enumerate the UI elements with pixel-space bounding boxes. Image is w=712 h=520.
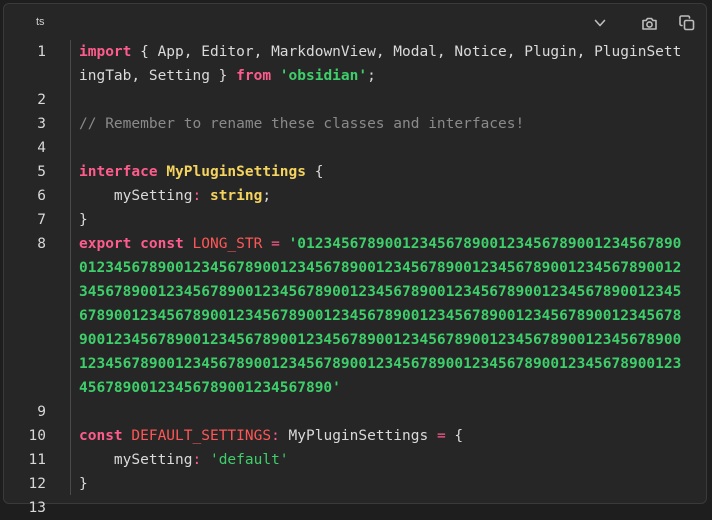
code-line: 2	[4, 88, 706, 112]
screenshot-button[interactable]	[638, 12, 660, 34]
property-name: mySetting	[113, 452, 193, 468]
code-line: 4	[4, 136, 706, 160]
line-number: 10	[28, 428, 46, 444]
line-number: 3	[37, 116, 46, 132]
code-block-header: ts	[4, 4, 706, 34]
code-text: }	[79, 472, 687, 496]
keyword-import: import	[79, 44, 132, 60]
code-line: 9	[4, 400, 706, 424]
code-text: mySetting: 'default'	[79, 448, 687, 472]
close-brace: }	[79, 212, 88, 228]
line-number: 12	[28, 476, 46, 492]
keyword-export: export	[79, 236, 132, 252]
long-string-value: '012345678900123456789001234567890012345…	[79, 236, 682, 396]
constant-name: LONG_STR	[192, 236, 263, 252]
line-number: 4	[37, 140, 46, 156]
code-text: }	[79, 208, 687, 232]
code-text: export const LONG_STR = '012345678900123…	[79, 232, 687, 400]
line-number: 1	[37, 44, 46, 60]
copy-icon	[679, 15, 695, 31]
semicolon: ;	[262, 188, 272, 204]
code-text: interface MyPluginSettings {	[79, 160, 687, 184]
type-annotation: MyPluginSettings	[279, 428, 437, 444]
code-line: 3 // Remember to rename these classes an…	[4, 112, 706, 136]
language-label: ts	[36, 16, 45, 28]
open-brace: {	[445, 428, 464, 444]
comment: // Remember to rename these classes and …	[79, 116, 525, 132]
open-brace: {	[306, 164, 324, 180]
colon: :	[192, 188, 210, 204]
line-number: 11	[28, 452, 46, 468]
collapse-button[interactable]	[589, 12, 611, 34]
equals: =	[271, 236, 280, 252]
code-text: const DEFAULT_SETTINGS: MyPluginSettings…	[79, 424, 687, 448]
chevron-down-icon	[594, 19, 606, 27]
code-block: ts 1 import { App, Editor, MarkdownView,…	[3, 3, 707, 516]
copy-button[interactable]	[676, 12, 698, 34]
module-string: 'obsidian'	[279, 68, 368, 84]
camera-icon	[641, 17, 657, 30]
keyword-const: const	[79, 428, 123, 444]
colon: :	[271, 428, 280, 444]
code-text: mySetting: string;	[79, 184, 687, 208]
line-number: 5	[37, 164, 46, 180]
code-text: // Remember to rename these classes and …	[79, 112, 687, 136]
code-line: 7 }	[4, 208, 706, 232]
code-line: 5 interface MyPluginSettings {	[4, 160, 706, 184]
constant-name: DEFAULT_SETTINGS	[131, 428, 272, 444]
code-line: 12 }	[4, 472, 706, 496]
code-line: 13	[4, 496, 706, 520]
semicolon: ;	[367, 68, 376, 84]
code-text: import { App, Editor, MarkdownView, Moda…	[79, 40, 687, 88]
code-line: 10 const DEFAULT_SETTINGS: MyPluginSetti…	[4, 424, 706, 448]
type-name: string	[209, 188, 263, 204]
close-brace: }	[79, 476, 88, 492]
line-number: 8	[37, 236, 46, 252]
import-list: { App, Editor, MarkdownView, Modal, Noti…	[79, 44, 682, 84]
line-number: 7	[37, 212, 46, 228]
interface-name: MyPluginSettings	[166, 164, 306, 180]
line-number: 9	[37, 404, 46, 420]
string-value: 'default'	[209, 452, 289, 468]
equals: =	[436, 428, 446, 444]
colon: :	[192, 452, 210, 468]
code-line: 8 export const LONG_STR = '0123456789001…	[4, 232, 706, 400]
code-line: 6 mySetting: string;	[4, 184, 706, 208]
keyword-interface: interface	[79, 164, 158, 180]
code-line: 11 mySetting: 'default'	[4, 448, 706, 472]
code-line: 1 import { App, Editor, MarkdownView, Mo…	[4, 40, 706, 88]
line-number: 6	[37, 188, 46, 204]
line-number: 13	[28, 500, 46, 516]
keyword-from: from	[236, 68, 272, 84]
keyword-const: const	[140, 236, 184, 252]
property-name: mySetting	[113, 188, 193, 204]
line-number: 2	[37, 92, 46, 108]
code-lines: 1 import { App, Editor, MarkdownView, Mo…	[4, 40, 706, 520]
